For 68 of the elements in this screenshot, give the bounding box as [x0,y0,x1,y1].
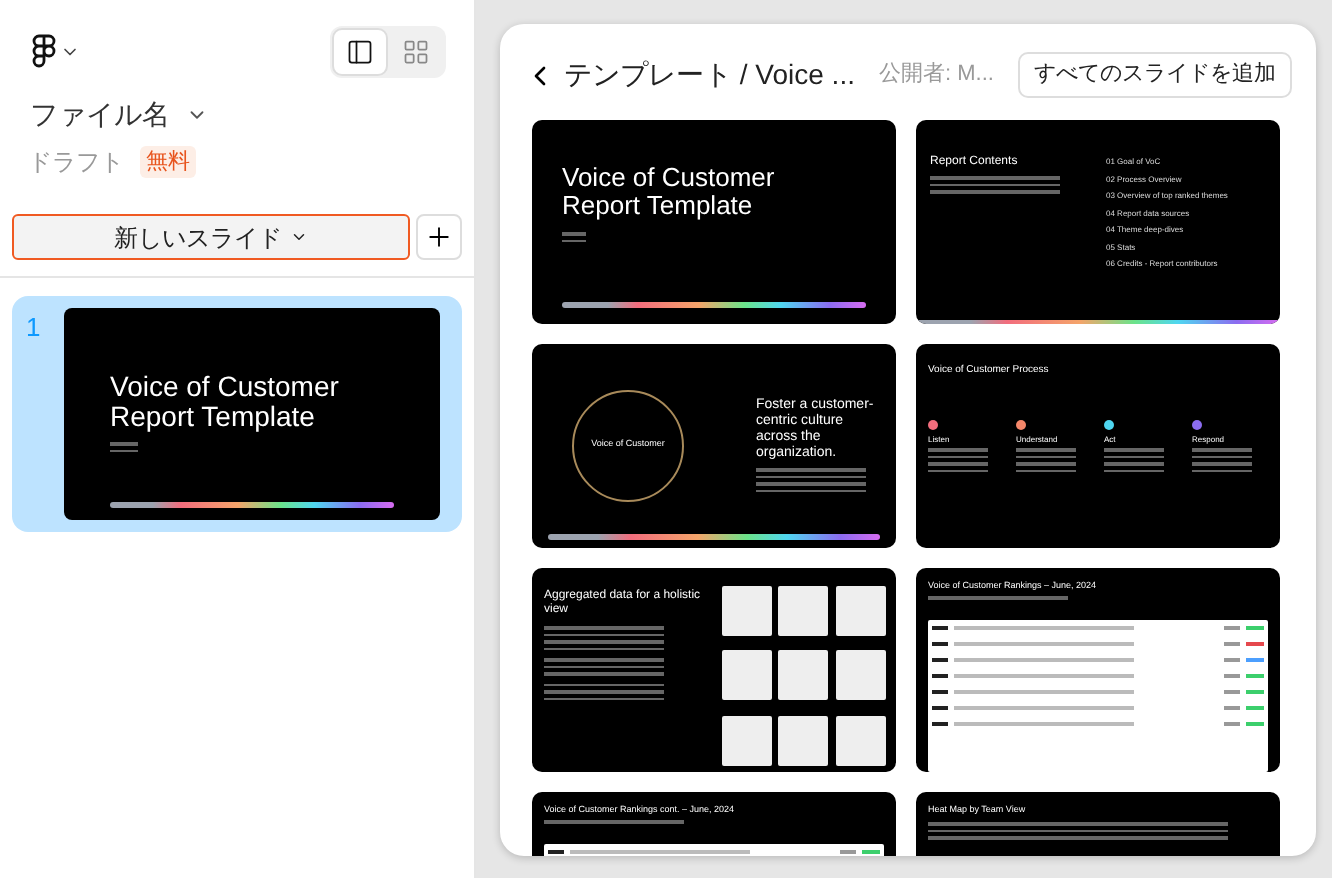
text-line [1192,448,1252,451]
text-line [544,820,684,823]
text-line [544,658,664,661]
text-line [930,176,1060,179]
slide-list-item[interactable]: 1 Voice of Customer Report Template [12,296,462,532]
image-placeholder [835,586,885,636]
text-line [544,672,664,675]
text-line [1104,462,1164,465]
text-line [1192,462,1252,465]
text-line [1104,469,1164,472]
text-line [928,448,988,451]
text-line [562,239,586,242]
text-line [928,596,1068,599]
text-line [1016,469,1076,472]
text-line [756,475,866,478]
text-line [544,647,664,650]
logo-icon [32,34,56,70]
slide-number: 1 [24,310,43,346]
text-line [562,232,586,235]
draft-label: ドラフト [28,146,124,180]
text-line [544,665,664,668]
text-line [110,442,138,445]
text-line [544,697,664,700]
plan-badge: 無料 [140,145,196,179]
panel-icon [346,38,374,66]
file-name-menu[interactable]: ファイル名 [0,94,474,136]
text-line [544,683,664,686]
text-line [928,462,988,465]
text-line [1016,448,1076,451]
new-slide-button[interactable]: 新しいスライド [12,214,410,260]
text-line [1104,448,1164,451]
image-placeholder [721,586,772,636]
add-all-slides-button[interactable]: すべてのスライドを追加 [1018,52,1292,98]
text-line [930,183,1060,186]
text-line [544,633,664,636]
text-line [756,489,866,492]
slide-thumbnail[interactable]: Voice of Customer Report Template [532,120,896,324]
chevron-down-icon [290,228,308,246]
text-line [756,468,866,471]
text-line [1104,455,1164,458]
text-line [1192,469,1252,472]
image-placeholder [835,715,885,766]
publisher-label: 公開者: M... [878,60,994,91]
slide-title: Voice of Customer Report Template [110,372,341,432]
image-placeholder [721,715,772,766]
text-line [756,482,866,485]
text-line [544,626,664,629]
image-placeholder [778,586,829,636]
text-line [1016,462,1076,465]
image-placeholder [778,715,829,766]
text-line [1016,455,1076,458]
plus-icon [424,222,454,252]
image-placeholder [778,650,829,701]
single-view-button[interactable] [332,28,388,76]
image-placeholder [721,650,772,701]
slide-title: Voice of Customer Report Template [562,164,777,220]
breadcrumb: テンプレート / Voice ... [564,56,855,94]
text-line [110,449,138,452]
text-line [930,190,1060,193]
text-line [928,455,988,458]
main-menu-button[interactable] [32,34,80,70]
add-slide-button[interactable] [416,214,462,260]
text-line [1192,455,1252,458]
text-line [544,640,664,643]
text-line [544,690,664,693]
grid-icon [402,38,430,66]
text-line [928,469,988,472]
image-placeholder [835,650,885,701]
